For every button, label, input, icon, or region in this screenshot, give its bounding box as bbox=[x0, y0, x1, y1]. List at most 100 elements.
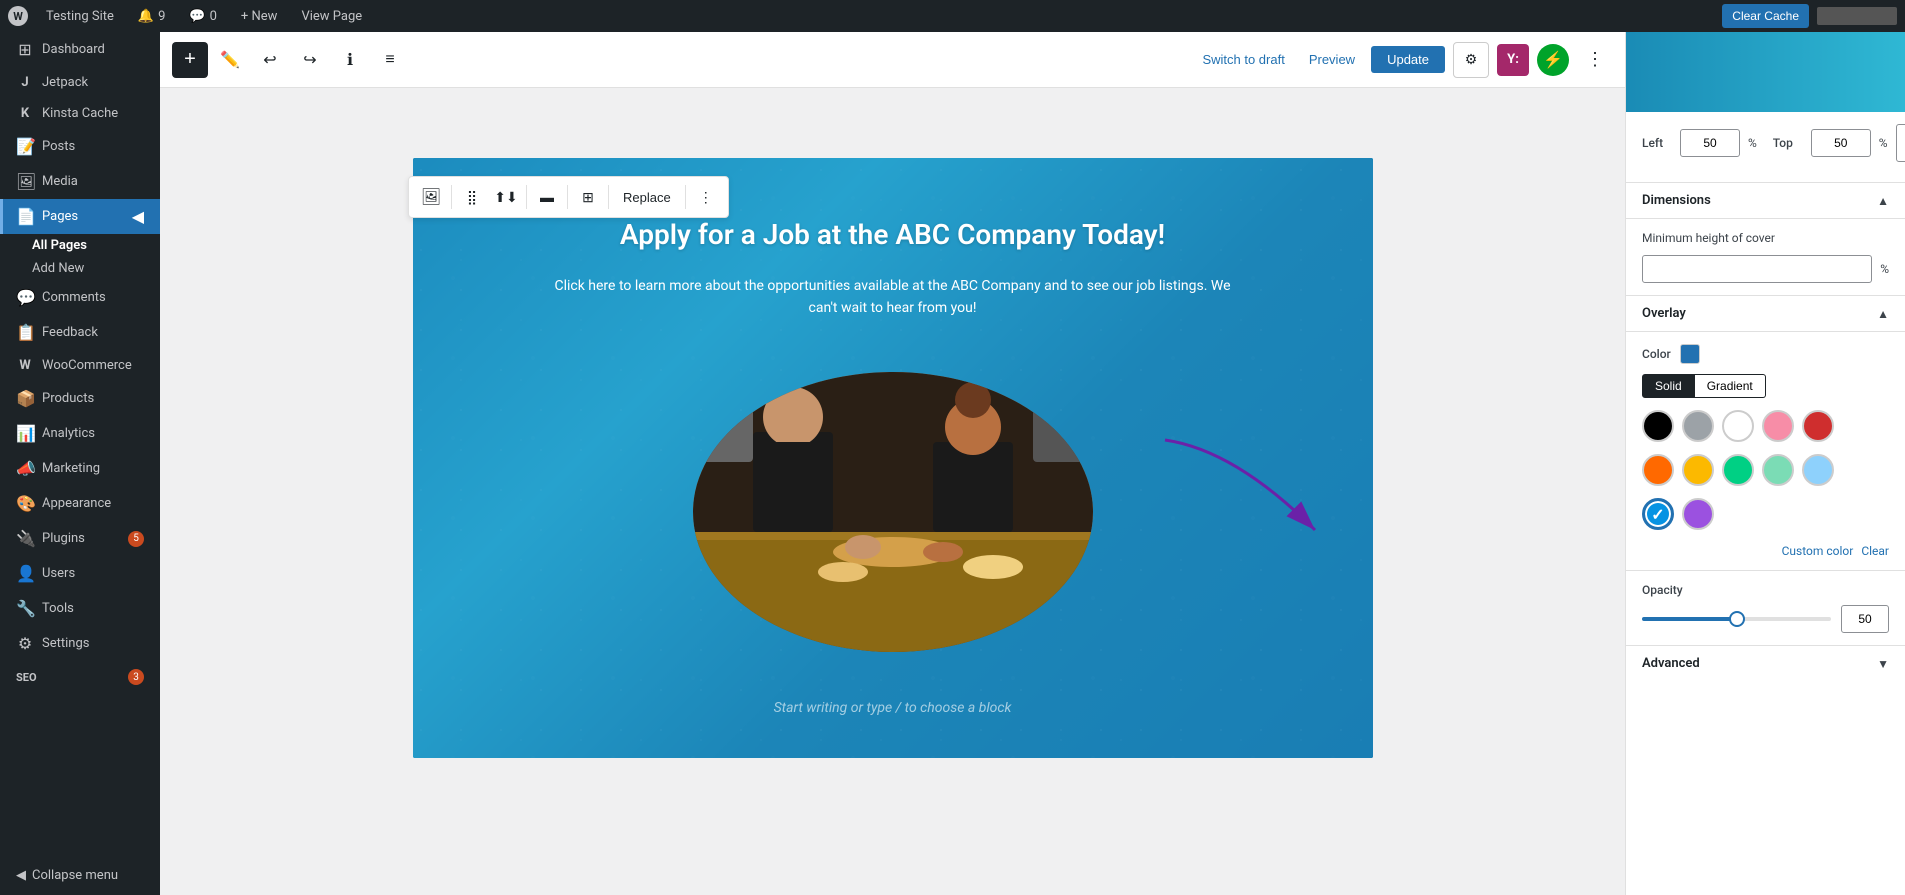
sidebar-item-jetpack[interactable]: J Jetpack bbox=[0, 67, 160, 98]
advanced-label: Advanced bbox=[1642, 656, 1700, 671]
top-input[interactable] bbox=[1811, 129, 1871, 157]
sidebar-sub-all-pages[interactable]: All Pages bbox=[0, 234, 160, 257]
color-swatch-yellow[interactable] bbox=[1682, 454, 1714, 486]
collapse-menu[interactable]: ◀ Collapse menu bbox=[0, 856, 160, 895]
min-height-input[interactable] bbox=[1642, 255, 1872, 283]
admin-bar: W Testing Site 🔔 9 💬 0 + New View Page C… bbox=[0, 0, 1905, 32]
main-layout: ⊞ Dashboard J Jetpack K Kinsta Cache 📝 P… bbox=[0, 32, 1905, 895]
sidebar: ⊞ Dashboard J Jetpack K Kinsta Cache 📝 P… bbox=[0, 32, 160, 895]
new-item[interactable]: + New bbox=[235, 0, 284, 32]
opacity-section: Opacity bbox=[1626, 571, 1905, 646]
left-unit: % bbox=[1748, 136, 1757, 150]
settings-icon: ⚙ bbox=[16, 634, 34, 653]
panel-thumbnail bbox=[1626, 32, 1905, 112]
color-swatch-white[interactable] bbox=[1722, 410, 1754, 442]
position-row: Left % Top % Clear Media bbox=[1642, 124, 1889, 162]
update-button[interactable]: Update bbox=[1371, 46, 1445, 73]
color-swatch-green[interactable] bbox=[1762, 454, 1794, 486]
more-options-button[interactable]: ⋮ bbox=[1577, 42, 1613, 78]
cover-placeholder[interactable]: Start writing or type / to choose a bloc… bbox=[774, 700, 1012, 716]
sidebar-item-kinsta[interactable]: K Kinsta Cache bbox=[0, 98, 160, 129]
block-more-button[interactable]: ⋮ bbox=[690, 181, 722, 213]
sidebar-item-appearance[interactable]: 🎨 Appearance bbox=[0, 486, 160, 521]
cover-content: Apply for a Job at the ABC Company Today… bbox=[453, 218, 1333, 352]
site-name[interactable]: Testing Site bbox=[40, 0, 120, 32]
appearance-icon: 🎨 bbox=[16, 494, 34, 513]
clear-color-link[interactable]: Clear bbox=[1861, 544, 1889, 558]
full-width-button[interactable]: ⊞ bbox=[572, 181, 604, 213]
sidebar-item-seo[interactable]: SEO 3 bbox=[0, 661, 160, 693]
media-icon: 🖼 bbox=[16, 172, 34, 191]
kinsta-icon: K bbox=[16, 106, 34, 121]
wp-logo[interactable]: W bbox=[8, 6, 28, 26]
sidebar-item-tools[interactable]: 🔧 Tools bbox=[0, 591, 160, 626]
gradient-tab[interactable]: Gradient bbox=[1695, 374, 1766, 398]
left-input[interactable] bbox=[1680, 129, 1740, 157]
custom-color-link[interactable]: Custom color bbox=[1782, 544, 1854, 558]
sidebar-item-posts[interactable]: 📝 Posts bbox=[0, 129, 160, 164]
opacity-slider[interactable] bbox=[1642, 617, 1831, 621]
sidebar-sub-add-new[interactable]: Add New bbox=[0, 257, 160, 280]
color-swatch-purple[interactable] bbox=[1682, 498, 1714, 530]
block-drag-button[interactable]: ⣿ bbox=[456, 181, 488, 213]
replace-button[interactable]: Replace bbox=[613, 190, 681, 205]
info-button[interactable]: ℹ bbox=[332, 42, 368, 78]
min-height-row: % bbox=[1642, 255, 1889, 283]
clear-cache-button[interactable]: Clear Cache bbox=[1722, 4, 1809, 28]
switch-to-draft-button[interactable]: Switch to draft bbox=[1194, 46, 1292, 73]
cover-title[interactable]: Apply for a Job at the ABC Company Today… bbox=[453, 218, 1333, 251]
block-move-button[interactable]: ⬆⬇ bbox=[490, 181, 522, 213]
opacity-row bbox=[1642, 605, 1889, 633]
color-swatches: ✓ bbox=[1642, 410, 1889, 534]
sidebar-item-plugins[interactable]: 🔌 Plugins 5 bbox=[0, 521, 160, 556]
sidebar-item-comments[interactable]: 💬 Comments bbox=[0, 280, 160, 315]
sidebar-item-woocommerce[interactable]: W WooCommerce bbox=[0, 350, 160, 381]
clear-media-button[interactable]: Clear Media bbox=[1896, 124, 1905, 162]
sidebar-item-products[interactable]: 📦 Products bbox=[0, 381, 160, 416]
block-type-button[interactable]: 🖼 bbox=[415, 181, 447, 213]
sidebar-item-feedback[interactable]: 📋 Feedback bbox=[0, 315, 160, 350]
advanced-chevron: ▼ bbox=[1877, 657, 1889, 671]
dashboard-icon: ⊞ bbox=[16, 40, 34, 59]
sidebar-item-analytics[interactable]: 📊 Analytics bbox=[0, 416, 160, 451]
color-swatch-pink[interactable] bbox=[1762, 410, 1794, 442]
preview-button[interactable]: Preview bbox=[1301, 46, 1363, 73]
undo-button[interactable]: ↩ bbox=[252, 42, 288, 78]
sidebar-item-settings[interactable]: ⚙ Settings bbox=[0, 626, 160, 661]
add-block-button[interactable]: + bbox=[172, 42, 208, 78]
solid-tab[interactable]: Solid bbox=[1642, 374, 1695, 398]
sidebar-item-users[interactable]: 👤 Users bbox=[0, 556, 160, 591]
list-view-button[interactable]: ≡ bbox=[372, 42, 408, 78]
sidebar-item-pages[interactable]: 📄 Pages ◀ bbox=[0, 199, 160, 234]
advanced-section[interactable]: Advanced ▼ bbox=[1626, 646, 1905, 681]
color-swatch-blue[interactable]: ✓ bbox=[1642, 498, 1674, 530]
settings-panel-button[interactable]: ⚙ bbox=[1453, 42, 1489, 78]
green-plugin-icon[interactable]: ⚡ bbox=[1537, 44, 1569, 76]
progress-bar bbox=[1817, 7, 1897, 25]
color-swatch-black[interactable] bbox=[1642, 410, 1674, 442]
sidebar-item-marketing[interactable]: 📣 Marketing bbox=[0, 451, 160, 486]
woocommerce-icon: W bbox=[16, 358, 34, 373]
color-swatch-light-green[interactable] bbox=[1722, 454, 1754, 486]
marketing-icon: 📣 bbox=[16, 459, 34, 478]
sidebar-item-media[interactable]: 🖼 Media bbox=[0, 164, 160, 199]
view-page[interactable]: View Page bbox=[295, 0, 368, 32]
block-align-button[interactable]: ▬ bbox=[531, 181, 563, 213]
opacity-input[interactable] bbox=[1841, 605, 1889, 633]
cover-subtitle[interactable]: Click here to learn more about the oppor… bbox=[553, 275, 1233, 320]
dimensions-header[interactable]: Dimensions ▲ bbox=[1626, 183, 1905, 219]
color-swatch-light-blue[interactable] bbox=[1802, 454, 1834, 486]
pages-icon: 📄 bbox=[16, 207, 34, 226]
edit-button[interactable]: ✏️ bbox=[212, 42, 248, 78]
comments-count[interactable]: 💬 0 bbox=[183, 0, 223, 32]
overlay-header[interactable]: Overlay ▲ bbox=[1626, 296, 1905, 332]
redo-button[interactable]: ↪ bbox=[292, 42, 328, 78]
color-swatch-gray[interactable] bbox=[1682, 410, 1714, 442]
color-swatch-red[interactable] bbox=[1802, 410, 1834, 442]
sidebar-item-dashboard[interactable]: ⊞ Dashboard bbox=[0, 32, 160, 67]
overlay-color-swatch[interactable] bbox=[1680, 344, 1700, 364]
cover-block[interactable]: Apply for a Job at the ABC Company Today… bbox=[413, 158, 1373, 758]
color-swatch-orange[interactable] bbox=[1642, 454, 1674, 486]
yoast-icon[interactable]: Y: bbox=[1497, 44, 1529, 76]
notifications[interactable]: 🔔 9 bbox=[132, 0, 172, 32]
